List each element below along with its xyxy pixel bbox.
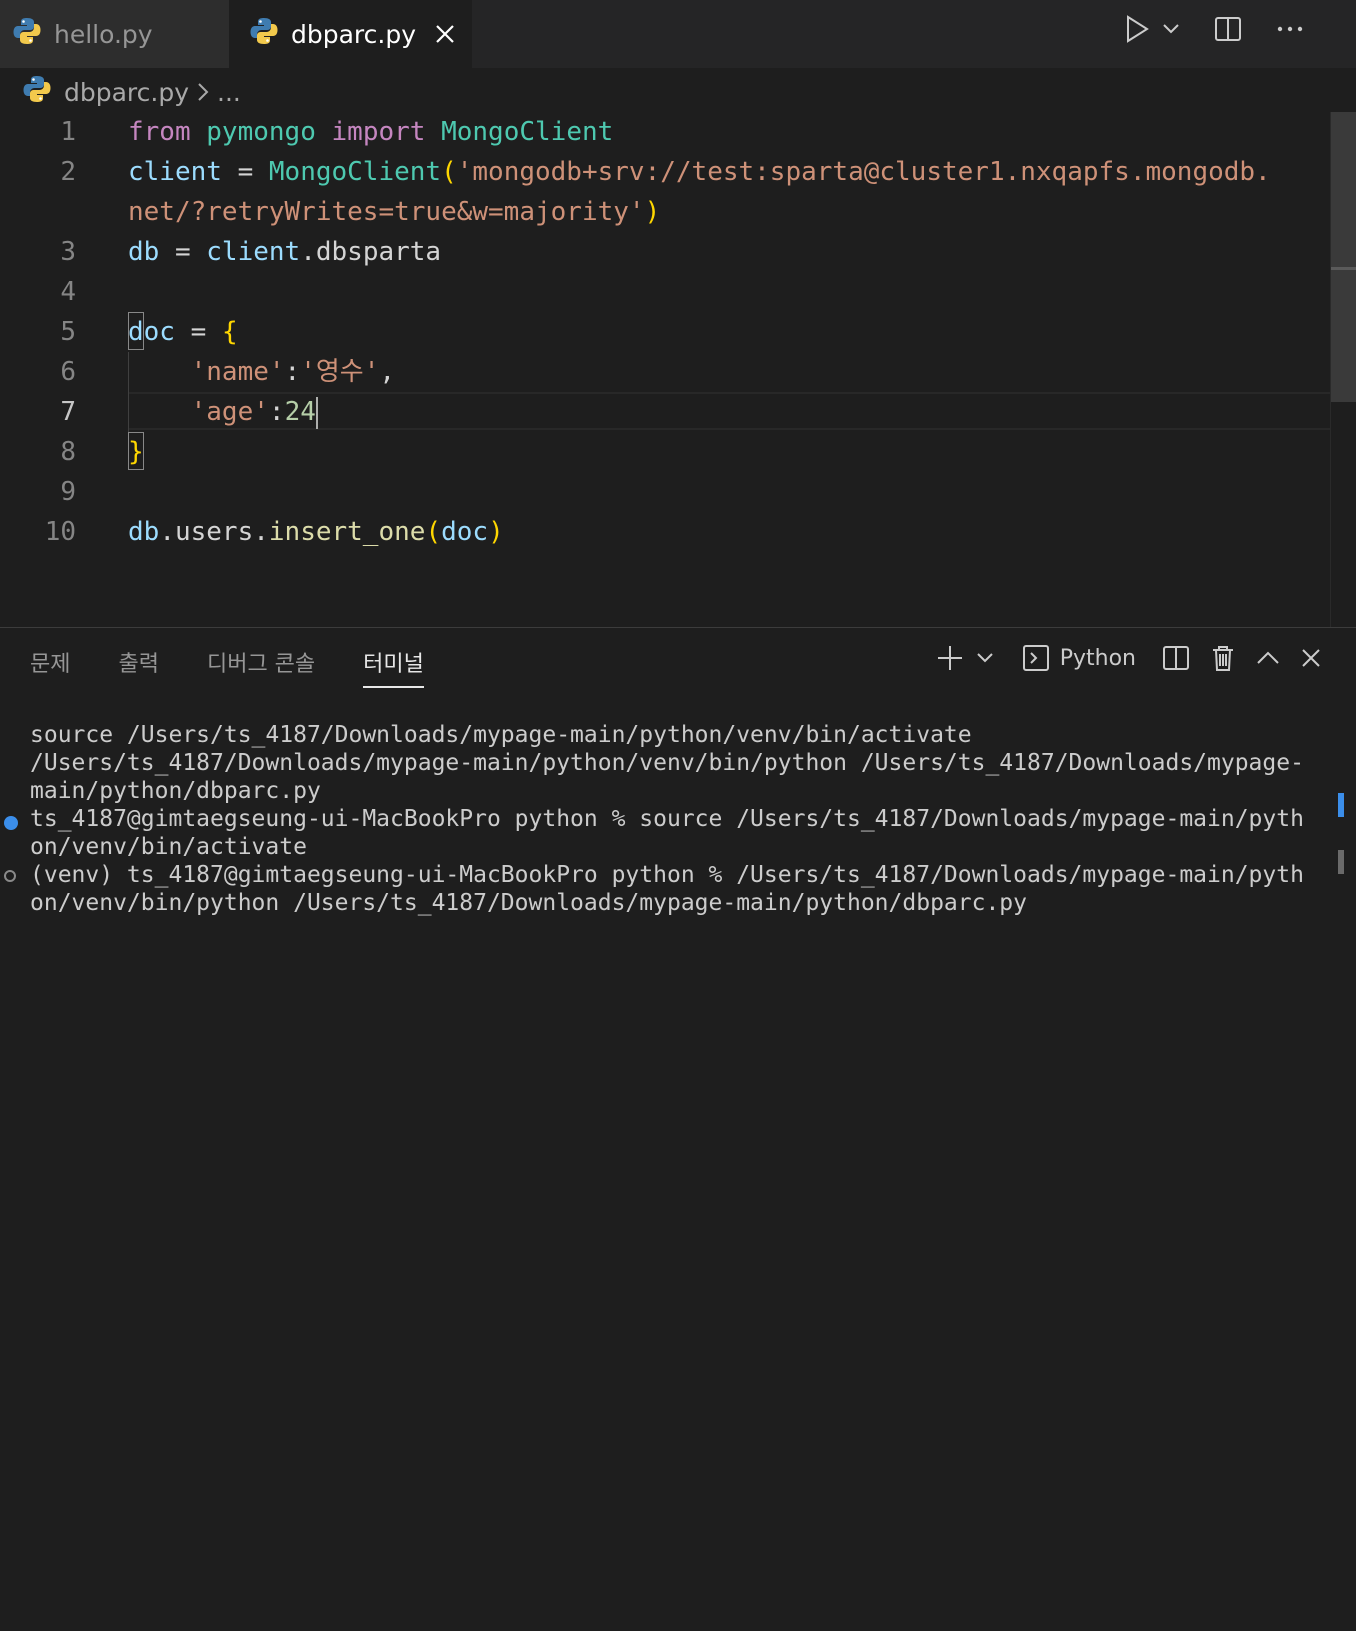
token-operator: : [268,397,285,427]
split-terminal-icon[interactable] [1162,644,1190,672]
token-attribute: .dbsparta [300,237,442,267]
close-panel-icon[interactable] [1300,647,1322,669]
token-variable: doc [441,517,489,547]
token-variable: db [128,237,160,267]
terminal-scroll-marker [1338,850,1344,874]
code-editor[interactable]: 1 2 3 4 5 6 7 8 9 10 from pymongo import… [0,112,1356,627]
line-number: 6 [60,357,76,387]
token-brace: { [221,317,238,347]
token-operator: , [379,357,396,387]
token-operator: = [190,317,207,347]
tab-label: dbparc.py [291,19,417,49]
tab-problems[interactable]: 문제 [30,646,70,688]
terminal-profile-label: Python [1059,645,1136,671]
terminal-line: on/venv/bin/python /Users/ts_4187/Downlo… [30,890,1027,916]
line-number: 5 [60,317,76,347]
token-paren: ( [441,157,457,187]
token-module: pymongo [206,117,316,147]
tab-debug-console[interactable]: 디버그 콘솔 [207,646,315,688]
token-operator: = [237,157,254,187]
trash-icon[interactable] [1210,644,1236,672]
token-paren: ) [488,517,504,547]
code-line-5: doc = { [128,312,238,352]
run-icon[interactable] [1124,14,1150,44]
bracket-match-open [128,312,144,350]
token-string: net/?retryWrites=true&w=majority' [128,197,645,227]
panel-tabs: 문제 출력 디버그 콘솔 터미널 [30,646,472,688]
tab-dbparc-py[interactable]: dbparc.py [229,0,472,68]
line-number-active: 7 [60,397,76,427]
tab-label: hello.py [54,19,153,49]
maximize-panel-icon[interactable] [1256,650,1280,666]
token-class: MongoClient [441,117,614,147]
tab-output[interactable]: 출력 [118,646,158,688]
token-function: MongoClient [268,157,442,187]
chevron-down-icon[interactable] [1162,23,1180,35]
code-line-7: 'age':24 [128,392,318,432]
breadcrumb-file[interactable]: dbparc.py [64,78,189,107]
token-string: 'mongodb+srv://test:sparta@cluster1.nxqa… [456,157,1271,187]
text-cursor [315,396,318,429]
python-icon [22,74,52,110]
terminal-line: source /Users/ts_4187/Downloads/mypage-m… [30,722,972,748]
token-string: 'age' [190,397,269,427]
chevron-right-icon [197,82,209,102]
terminal-scroll-marker [1338,793,1344,817]
code-line-3: db = client.dbsparta [128,232,441,272]
token-function: insert_one [268,517,426,547]
line-number: 8 [60,437,76,467]
token-string: '영수' [300,357,380,387]
terminal-output[interactable]: source /Users/ts_4187/Downloads/mypage-m… [30,721,1304,917]
python-icon [249,16,279,52]
bracket-match-close [128,432,144,470]
line-number: 3 [60,237,76,267]
token-variable: db [128,517,160,547]
line-number: 1 [60,117,76,147]
token-operator: = [174,237,191,267]
line-number: 9 [60,477,76,507]
command-success-marker-icon[interactable] [4,816,18,830]
code-line-2: client = MongoClient('mongodb+srv://test… [128,152,1271,192]
code-line-1: from pymongo import MongoClient [128,112,613,152]
line-number: 2 [60,157,76,187]
line-number: 4 [60,277,76,307]
breadcrumb-symbols[interactable]: ... [217,78,241,107]
close-icon[interactable] [434,23,456,45]
code-line-10: db.users.insert_one(doc) [128,512,504,552]
command-marker-icon[interactable] [4,870,16,882]
token-number: 24 [284,397,316,427]
terminal-icon [1022,644,1050,672]
token-variable: client [128,157,222,187]
code-line-2-wrap: net/?retryWrites=true&w=majority') [128,192,660,232]
token-operator: : [284,357,301,387]
terminal-line: /Users/ts_4187/Downloads/mypage-main/pyt… [30,750,1304,776]
token-paren: ( [425,517,442,547]
chevron-down-icon[interactable] [976,652,994,664]
terminal-line: on/venv/bin/activate [30,834,307,860]
new-terminal-icon[interactable] [936,644,964,672]
bottom-panel: 문제 출력 디버그 콘솔 터미널 Python source /Users/ts… [0,627,1356,1631]
scrollbar-cursor-marker [1331,267,1356,270]
token-variable: client [206,237,301,267]
terminal-line: main/python/dbparc.py [30,778,321,804]
token-keyword: from [128,117,191,147]
token-string: 'name' [190,357,285,387]
tab-terminal[interactable]: 터미널 [363,646,424,688]
token-keyword: import [331,117,426,147]
terminal-profile-button[interactable]: Python [1022,644,1136,672]
split-editor-icon[interactable] [1214,15,1242,43]
editor-tab-bar: hello.py dbparc.py [0,0,1356,68]
code-line-6: 'name':'영수', [128,352,395,392]
more-actions-icon[interactable] [1276,25,1304,33]
terminal-line: (venv) ts_4187@gimtaegseung-ui-MacBookPr… [30,862,1304,888]
token-attribute: .users. [159,517,269,547]
editor-scrollbar-thumb[interactable] [1331,112,1356,402]
token-paren: ) [644,197,661,227]
terminal-line: ts_4187@gimtaegseung-ui-MacBookPro pytho… [30,806,1304,832]
panel-actions: Python [936,644,1322,672]
breadcrumb: dbparc.py ... [22,74,241,110]
python-icon [12,16,42,52]
line-number: 10 [44,517,76,547]
tab-hello-py[interactable]: hello.py [0,0,229,68]
